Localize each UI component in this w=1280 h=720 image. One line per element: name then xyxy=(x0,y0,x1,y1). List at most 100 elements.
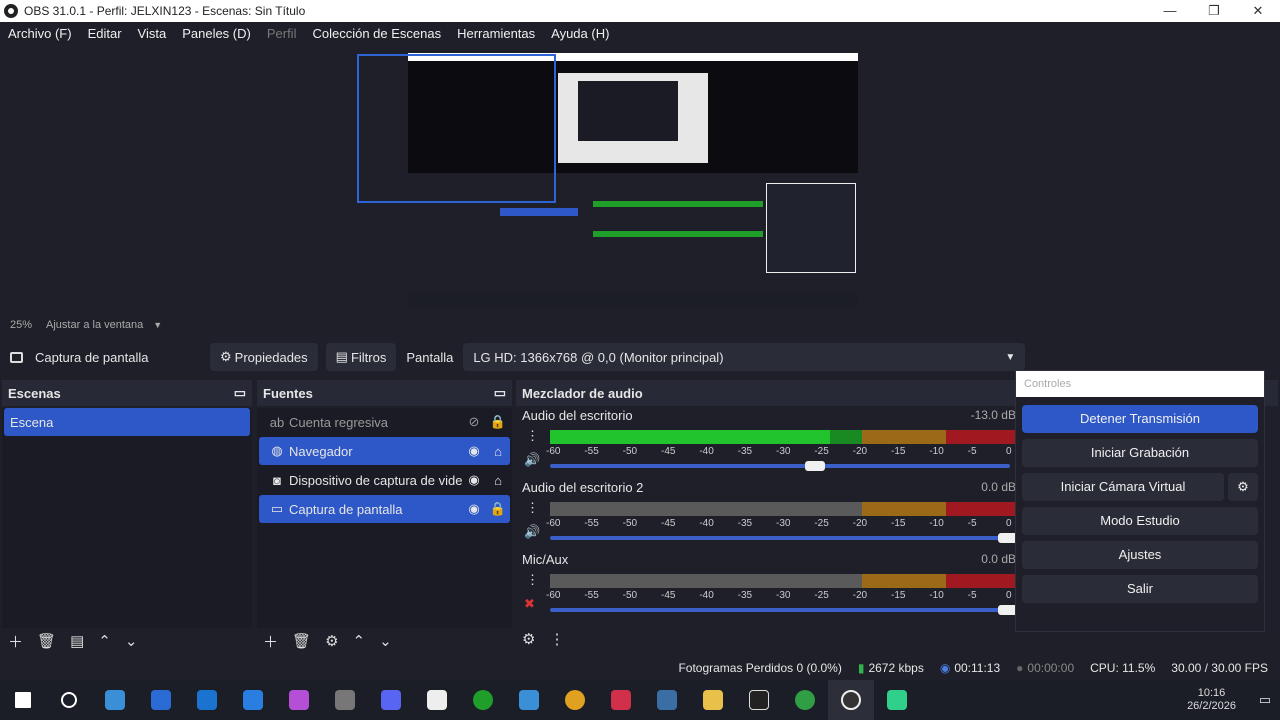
meter-tick-label: -50 xyxy=(622,590,638,601)
trash-icon[interactable]: 🗑 xyxy=(37,632,56,650)
virtual-camera-settings-icon[interactable]: ⚙ xyxy=(1228,473,1258,501)
scene-item[interactable]: Escena xyxy=(4,408,250,436)
notifications-icon[interactable]: ▭ xyxy=(1250,680,1280,720)
start-virtual-camera-button[interactable]: Iniciar Cámara Virtual xyxy=(1022,473,1224,501)
lock-icon[interactable]: 🔒 xyxy=(486,501,510,517)
taskbar-app[interactable] xyxy=(736,680,782,720)
close-button[interactable]: ✕ xyxy=(1236,0,1280,22)
status-bar: Fotogramas Perdidos 0 (0.0%) ▮ 2672 kbps… xyxy=(0,656,1280,680)
source-item[interactable]: ▭ Captura de pantalla ◉ 🔒 xyxy=(259,495,510,523)
taskbar-app-obs[interactable] xyxy=(828,680,874,720)
kebab-menu-icon[interactable]: ⋮ xyxy=(549,630,564,648)
display-select[interactable]: LG HD: 1366x768 @ 0,0 (Monitor principal… xyxy=(463,343,1026,371)
lock-icon[interactable]: 🔒 xyxy=(486,414,510,430)
cpu-usage: CPU: 11.5% xyxy=(1090,661,1156,675)
tray-clock[interactable]: 10:16 26/2/2026 xyxy=(1187,687,1236,713)
chevron-down-icon[interactable]: ▼ xyxy=(153,320,162,330)
arrow-up-icon[interactable]: ⌃ xyxy=(98,632,111,650)
audio-meter xyxy=(550,430,1016,444)
unlock-icon[interactable]: ⌂ xyxy=(486,444,510,459)
search-button[interactable] xyxy=(46,680,92,720)
volume-slider[interactable] xyxy=(550,461,1010,471)
taskbar-app[interactable] xyxy=(276,680,322,720)
chrome-icon xyxy=(565,690,585,710)
stop-streaming-button[interactable]: Detener Transmisión xyxy=(1022,405,1258,433)
start-recording-button[interactable]: Iniciar Grabación xyxy=(1022,439,1258,467)
sources-footer: ＋ 🗑 ⚙ ⌃ ⌄ xyxy=(257,628,512,654)
properties-button[interactable]: ⚙ Propiedades xyxy=(210,343,318,371)
taskbar-app[interactable] xyxy=(92,680,138,720)
taskbar-app[interactable] xyxy=(874,680,920,720)
scene-name: Escena xyxy=(10,414,54,430)
chevron-down-icon: ▼ xyxy=(1005,351,1016,363)
meter-tick-label: -30 xyxy=(776,446,791,457)
volume-knob[interactable] xyxy=(804,461,825,471)
app-icon xyxy=(611,690,631,710)
taskbar-app[interactable] xyxy=(322,680,368,720)
filters-button[interactable]: ▤ Filtros xyxy=(325,343,397,371)
taskbar-app[interactable] xyxy=(138,680,184,720)
eye-icon[interactable]: ◉ xyxy=(462,443,486,459)
filter-icon[interactable]: ▤ xyxy=(70,632,84,650)
undock-icon[interactable]: ▭ xyxy=(494,385,506,401)
add-icon[interactable]: ＋ xyxy=(8,631,23,652)
arrow-down-icon[interactable]: ⌄ xyxy=(125,632,138,650)
zoom-mode[interactable]: Ajustar a la ventana xyxy=(46,319,143,331)
taskbar-app[interactable] xyxy=(598,680,644,720)
gear-icon[interactable]: ⚙ xyxy=(522,630,535,648)
menu-editar[interactable]: Editar xyxy=(80,26,130,41)
taskbar-app[interactable] xyxy=(368,680,414,720)
add-icon[interactable]: ＋ xyxy=(263,631,278,652)
taskbar-app[interactable] xyxy=(460,680,506,720)
channel-name: Mic/Aux xyxy=(522,552,569,567)
kebab-menu-icon[interactable]: ⋮ xyxy=(526,572,539,588)
taskbar-app[interactable] xyxy=(184,680,230,720)
kebab-menu-icon[interactable]: ⋮ xyxy=(526,428,539,444)
source-name: Dispositivo de captura de video xyxy=(289,472,462,488)
taskbar-app[interactable] xyxy=(552,680,598,720)
volume-slider[interactable] xyxy=(550,605,1018,615)
source-item[interactable]: ◙ Dispositivo de captura de video ◉ ⌂ xyxy=(259,466,510,494)
menu-coleccion-escenas[interactable]: Colección de Escenas xyxy=(304,26,449,41)
arrow-up-icon[interactable]: ⌃ xyxy=(353,632,366,650)
trash-icon[interactable]: 🗑 xyxy=(292,632,311,650)
exit-button[interactable]: Salir xyxy=(1022,575,1258,603)
speaker-icon[interactable]: 🔊 xyxy=(524,524,540,540)
settings-button[interactable]: Ajustes xyxy=(1022,541,1258,569)
menu-ayuda[interactable]: Ayuda (H) xyxy=(543,26,617,41)
meter-tick-label: -10 xyxy=(929,518,944,529)
unlock-icon[interactable]: ⌂ xyxy=(486,473,510,488)
start-button[interactable] xyxy=(0,680,46,720)
taskbar-app[interactable] xyxy=(414,680,460,720)
speaker-icon[interactable]: 🔊 xyxy=(524,452,540,468)
selection-box[interactable] xyxy=(357,54,556,203)
minimize-button[interactable]: — xyxy=(1148,0,1192,22)
mic-muted-icon[interactable]: ✖ xyxy=(524,596,535,612)
taskbar-app[interactable] xyxy=(230,680,276,720)
studio-mode-button[interactable]: Modo Estudio xyxy=(1022,507,1258,535)
menu-herramientas[interactable]: Herramientas xyxy=(449,26,543,41)
gear-icon[interactable]: ⚙ xyxy=(325,632,338,650)
taskbar-app[interactable] xyxy=(782,680,828,720)
menu-perfil[interactable]: Perfil xyxy=(259,26,305,41)
eye-icon[interactable]: ◉ xyxy=(462,472,486,488)
app-icon xyxy=(243,690,263,710)
taskbar-app[interactable] xyxy=(506,680,552,720)
eye-icon[interactable]: ◉ xyxy=(462,501,486,517)
globe-icon: ◍ xyxy=(271,443,283,458)
xbox-icon xyxy=(473,690,493,710)
volume-slider[interactable] xyxy=(550,533,1018,543)
source-item[interactable]: ◍ Navegador ◉ ⌂ xyxy=(259,437,510,465)
source-item[interactable]: ab Cuenta regresiva ⊘ 🔒 xyxy=(259,408,510,436)
menu-paneles[interactable]: Paneles (D) xyxy=(174,26,259,41)
kebab-menu-icon[interactable]: ⋮ xyxy=(526,500,539,516)
menu-archivo[interactable]: Archivo (F) xyxy=(0,26,80,41)
maximize-button[interactable]: ❐ xyxy=(1192,0,1236,22)
eye-hidden-icon[interactable]: ⊘ xyxy=(462,414,486,430)
arrow-down-icon[interactable]: ⌄ xyxy=(379,632,392,650)
channel-db: 0.0 dB xyxy=(981,552,1016,566)
taskbar-app[interactable] xyxy=(644,680,690,720)
taskbar-app[interactable] xyxy=(690,680,736,720)
undock-icon[interactable]: ▭ xyxy=(234,385,246,401)
menu-vista[interactable]: Vista xyxy=(130,26,175,41)
